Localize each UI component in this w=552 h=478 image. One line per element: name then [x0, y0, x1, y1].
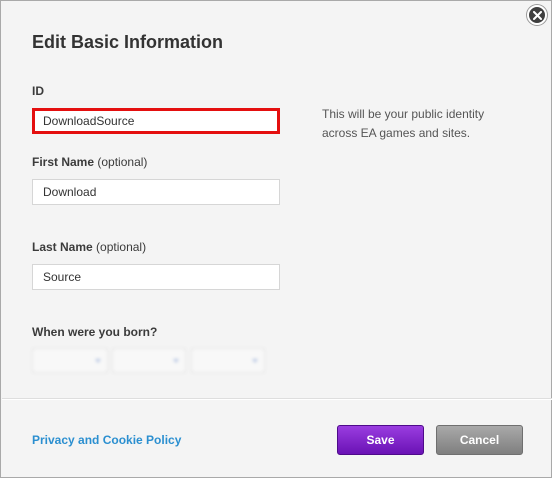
id-field[interactable]: [32, 108, 280, 134]
first-name-field[interactable]: [32, 179, 280, 205]
birth-day-select-box: [112, 348, 186, 373]
save-button[interactable]: Save: [337, 425, 424, 455]
chevron-down-icon: [252, 359, 258, 363]
edit-basic-info-dialog: Edit Basic Information ID This will be y…: [0, 0, 552, 478]
privacy-cookie-policy-link[interactable]: Privacy and Cookie Policy: [32, 433, 181, 447]
id-hint-text: This will be your public identity across…: [322, 107, 485, 140]
last-name-optional-text: (optional): [96, 240, 147, 254]
birthday-label: When were you born?: [32, 325, 158, 339]
last-name-label-text: Last Name: [32, 240, 93, 254]
birth-day-select[interactable]: [112, 348, 186, 373]
close-icon: [532, 10, 542, 20]
id-label: ID: [32, 84, 44, 98]
chevron-down-icon: [173, 359, 179, 363]
first-name-label: First Name (optional): [32, 155, 147, 169]
close-button[interactable]: [527, 5, 547, 25]
birth-year-select-box: [191, 348, 265, 373]
cancel-button[interactable]: Cancel: [436, 425, 523, 455]
birth-month-select[interactable]: [32, 348, 108, 373]
dialog-title: Edit Basic Information: [32, 32, 224, 52]
birth-year-select[interactable]: [191, 348, 265, 373]
footer-divider-highlight: [2, 399, 552, 400]
chevron-down-icon: [95, 359, 101, 363]
last-name-field[interactable]: [32, 264, 280, 290]
first-name-label-text: First Name: [32, 155, 95, 169]
birth-month-select-box: [32, 348, 108, 373]
first-name-optional-text: (optional): [97, 155, 148, 169]
last-name-label: Last Name (optional): [32, 240, 146, 254]
